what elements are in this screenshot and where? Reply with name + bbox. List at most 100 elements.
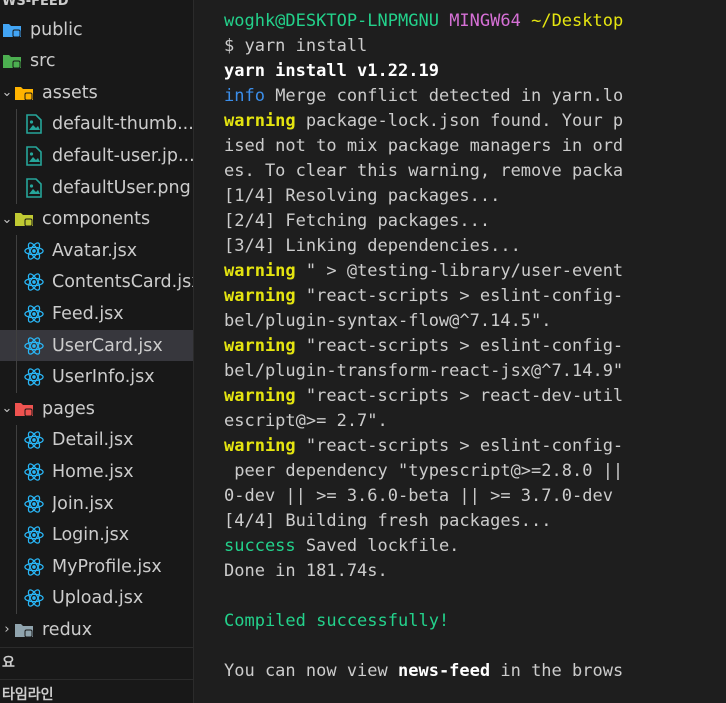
terminal-line: info Merge conflict detected in yarn.lo (224, 84, 623, 109)
indent-guide (16, 108, 17, 204)
terminal-text: in the brows (490, 661, 624, 681)
terminal-text: warning (224, 436, 296, 456)
terminal-text: "react-scripts > eslint-config- (295, 436, 624, 456)
terminal-line: es. To clear this warning, remove packa (224, 159, 623, 184)
terminal-text: package-lock.json found. Your p (295, 111, 624, 131)
tree-item-label: Upload.jsx (52, 588, 144, 609)
indent-guide (16, 424, 17, 615)
terminal-text: [3/4] Linking dependencies... (224, 236, 521, 256)
folder-pages-icon (14, 399, 34, 419)
react-icon (24, 272, 44, 292)
tree-item-label: UserCard.jsx (52, 335, 163, 356)
react-icon (24, 494, 44, 514)
panel-header-0[interactable]: ›요 (0, 647, 193, 677)
terminal-text: "react-scripts > eslint-config- (295, 336, 624, 356)
explorer-sidebar: WS-FEED public src ⌄ assets default-thumb...… (0, 0, 194, 703)
tree-folder-public[interactable]: public (0, 14, 193, 45)
tree-item-label: components (42, 209, 151, 230)
chevron-right-icon[interactable]: › (0, 622, 14, 637)
tree-folder-components[interactable]: ⌄ components (0, 204, 193, 235)
folder-public-icon (2, 20, 22, 40)
terminal-text: "react-scripts > react-dev-util (295, 386, 624, 406)
tree-item-label: pages (42, 398, 95, 419)
tree-file-default-user-jp[interactable]: default-user.jp... (0, 140, 193, 171)
terminal-text: warning (224, 336, 296, 356)
image-file-icon (24, 146, 44, 166)
panel-header-label: 요 (2, 655, 15, 671)
terminal-text: warning (224, 386, 296, 406)
tree-file-default-thumb[interactable]: default-thumb.... (0, 109, 194, 140)
terminal-text: success (224, 536, 296, 556)
terminal-text: escript@>= 2.7". (224, 411, 388, 431)
tree-folder-src[interactable]: src (0, 46, 193, 77)
terminal-text: warning (224, 111, 296, 131)
folder-src-icon (2, 51, 22, 71)
terminal-text: bel/plugin-syntax-flow@^7.14.5". (224, 311, 552, 331)
react-icon (24, 525, 44, 545)
terminal-line: [4/4] Building fresh packages... (224, 509, 623, 534)
tree-folder-redux[interactable]: › redux (0, 614, 193, 645)
tree-item-label: Login.jsx (52, 525, 130, 546)
terminal-line: success Saved lockfile. (224, 534, 623, 559)
tree-file-join-jsx[interactable]: Join.jsx (0, 488, 193, 519)
image-file-icon (24, 114, 44, 135)
tree-file-contentscard-jsx[interactable]: ContentsCard.jsx (0, 267, 193, 298)
react-icon (24, 304, 44, 324)
chevron-down-icon[interactable]: ⌄ (0, 401, 14, 416)
terminal-line: bel/plugin-syntax-flow@^7.14.5". (224, 309, 623, 334)
terminal-text: warning (224, 261, 296, 281)
tree-item-label: MyProfile.jsx (52, 556, 162, 577)
image-file-icon (24, 177, 44, 198)
folder-redux-icon (14, 620, 34, 640)
terminal-text: 0-dev || >= 3.6.0-beta || >= 3.7.0-dev (224, 486, 613, 506)
react-icon (24, 588, 44, 608)
chevron-down-icon[interactable]: ⌄ (0, 85, 14, 100)
tree-file-upload-jsx[interactable]: Upload.jsx (0, 583, 193, 614)
panel-header-1[interactable]: ›타임라인 (0, 679, 193, 703)
tree-folder-pages[interactable]: ⌄ pages (0, 393, 193, 424)
tree-file-userinfo-jsx[interactable]: UserInfo.jsx (0, 362, 193, 393)
tree-item-label: Avatar.jsx (52, 240, 138, 261)
tree-item-label: redux (42, 619, 93, 640)
tree-folder-assets[interactable]: ⌄ assets (0, 77, 193, 108)
chevron-down-icon[interactable]: ⌄ (0, 212, 14, 227)
terminal-text: peer dependency "typescript@>=2.8.0 || (224, 461, 624, 481)
explorer-section-title[interactable]: WS-FEED (0, 0, 69, 12)
tree-file-login-jsx[interactable]: Login.jsx (0, 520, 193, 551)
terminal-line: warning " > @testing-library/user-event (224, 259, 623, 284)
tree-file-myprofile-jsx[interactable]: MyProfile.jsx (0, 551, 193, 582)
terminal-text: [4/4] Building fresh packages... (224, 511, 552, 531)
react-icon (24, 462, 44, 482)
terminal-line: ised not to mix package managers in ord (224, 134, 623, 159)
tree-file-detail-jsx[interactable]: Detail.jsx (0, 425, 193, 456)
terminal-line: You can now view news-feed in the brows (224, 659, 623, 684)
panel-header-label: 타임라인 (2, 687, 54, 703)
tree-file-feed-jsx[interactable]: Feed.jsx (0, 298, 193, 329)
terminal-line: Compiled successfully! (224, 609, 623, 634)
tree-file-home-jsx[interactable]: Home.jsx (0, 456, 193, 487)
tree-item-label: UserInfo.jsx (52, 367, 155, 388)
tree-file-defaultuser-png[interactable]: defaultUser.png (0, 172, 193, 203)
terminal-text: [1/4] Resolving packages... (224, 186, 501, 206)
tree-file-avatar-jsx[interactable]: Avatar.jsx (0, 235, 193, 266)
tree-file-usercard-jsx[interactable]: UserCard.jsx (0, 330, 193, 361)
terminal-panel[interactable]: woghk@DESKTOP-LNPMGNU MINGW64 ~/Desktop $… (194, 0, 726, 703)
terminal-text: es. To clear this warning, remove packa (224, 161, 624, 181)
terminal-text: $ yarn install (224, 36, 368, 56)
tree-item-label: default-thumb.... (52, 114, 194, 135)
tree-item-label: Home.jsx (52, 461, 134, 482)
terminal-text: [2/4] Fetching packages... (224, 211, 491, 231)
terminal-text: warning (224, 286, 296, 306)
react-icon (24, 367, 44, 387)
terminal-text: woghk@DESKTOP-LNPMGNU (224, 11, 439, 31)
terminal-text: ~/Desktop (531, 11, 624, 31)
terminal-line: woghk@DESKTOP-LNPMGNU MINGW64 ~/Desktop (224, 9, 623, 34)
terminal-line: bel/plugin-transform-react-jsx@^7.14.9" (224, 359, 623, 384)
terminal-line: [2/4] Fetching packages... (224, 209, 623, 234)
terminal-line: Done in 181.74s. (224, 559, 623, 584)
terminal-line: warning "react-scripts > eslint-config- (224, 284, 623, 309)
